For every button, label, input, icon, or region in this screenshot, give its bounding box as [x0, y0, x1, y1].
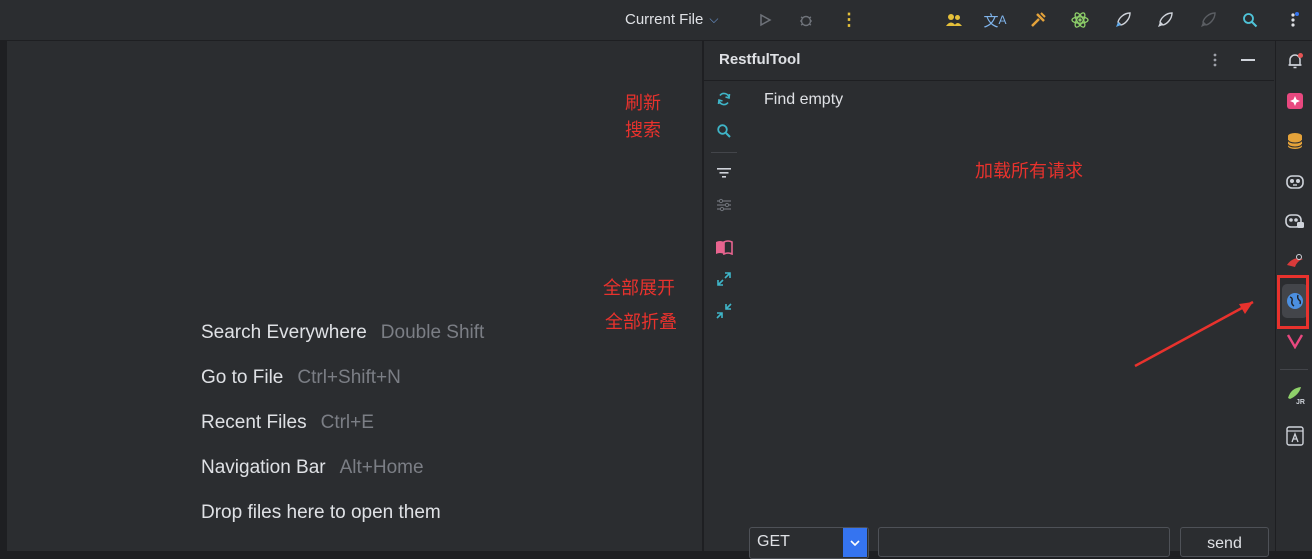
- annotation-load-all: 加载所有请求: [975, 161, 1083, 181]
- atom-icon[interactable]: [1069, 9, 1091, 31]
- more-vertical-icon[interactable]: ⋮: [838, 9, 860, 31]
- tree-empty-message: Find empty: [764, 91, 844, 108]
- hint-navigation-bar[interactable]: Navigation Bar Alt+Home: [201, 457, 424, 479]
- hint-label: Navigation Bar: [201, 457, 326, 478]
- method-select-value: GET: [757, 533, 790, 550]
- hint-search-everywhere[interactable]: Search Everywhere Double Shift: [201, 322, 484, 344]
- notifications-icon[interactable]: [1284, 50, 1306, 72]
- debug-icon[interactable]: [795, 9, 817, 31]
- rocket-disabled-icon[interactable]: [1197, 9, 1219, 31]
- run-config-selector[interactable]: Current File ⌵: [625, 11, 718, 28]
- hint-recent-files[interactable]: Recent Files Ctrl+E: [201, 412, 374, 434]
- database-icon[interactable]: [1284, 130, 1306, 152]
- filter-icon[interactable]: [714, 163, 734, 183]
- hint-label: Drop files here to open them: [201, 502, 441, 523]
- hint-label: Go to File: [201, 367, 284, 388]
- chevron-down-icon[interactable]: [843, 528, 867, 557]
- translate-icon[interactable]: 文A: [983, 9, 1006, 31]
- url-input[interactable]: [878, 527, 1170, 557]
- hint-shortcut: Double Shift: [380, 322, 485, 343]
- annotation-arrow: [1134, 300, 1254, 368]
- copilot-chat-icon[interactable]: [1284, 210, 1306, 232]
- refresh-icon[interactable]: [714, 89, 734, 109]
- hint-label: Recent Files: [201, 412, 307, 433]
- settings-sliders-icon[interactable]: [714, 195, 734, 215]
- copilot-icon[interactable]: [1284, 170, 1306, 192]
- tool-window-options-icon[interactable]: [1206, 50, 1224, 70]
- search-icon[interactable]: [1239, 9, 1261, 31]
- more-icon[interactable]: [1283, 9, 1305, 31]
- vue-icon[interactable]: [1284, 330, 1306, 352]
- sidebar-divider: [1280, 369, 1308, 370]
- svg-text:JR: JR: [1296, 399, 1305, 405]
- hint-shortcut: Ctrl+E: [320, 412, 374, 433]
- toolbar-divider: [711, 152, 737, 153]
- hint-drop-files: Drop files here to open them: [201, 502, 441, 524]
- hint-shortcut: Alt+Home: [339, 457, 424, 478]
- editor-gutter: [0, 41, 7, 551]
- search-icon[interactable]: [714, 121, 734, 141]
- translation-panel-icon[interactable]: [1284, 425, 1306, 447]
- book-icon[interactable]: [714, 237, 734, 257]
- jrebel-icon[interactable]: JR: [1284, 384, 1306, 406]
- annotation-refresh: 刷新: [625, 93, 661, 113]
- rocket-icon[interactable]: [1112, 9, 1134, 31]
- tool-window-title: RestfulTool: [719, 51, 801, 68]
- annotation-highlight-box: [1277, 275, 1309, 329]
- minimize-icon[interactable]: [1238, 50, 1258, 70]
- annotation-collapse-all: 全部折叠: [605, 312, 677, 332]
- hint-shortcut: Ctrl+Shift+N: [297, 367, 401, 388]
- hint-go-to-file[interactable]: Go to File Ctrl+Shift+N: [201, 367, 401, 389]
- run-config-label: Current File: [625, 11, 704, 28]
- maven-helper-icon[interactable]: [1284, 250, 1306, 272]
- run-icon[interactable]: [754, 9, 776, 31]
- expand-all-icon[interactable]: [714, 269, 734, 289]
- collapse-all-icon[interactable]: [714, 301, 734, 321]
- hint-label: Search Everywhere: [201, 322, 367, 343]
- rocket-2-icon[interactable]: [1154, 9, 1176, 31]
- annotation-search: 搜索: [625, 120, 661, 140]
- chevron-down-icon: ⌵: [709, 12, 719, 26]
- tool-window-header-divider: [703, 80, 1274, 81]
- users-icon[interactable]: [943, 9, 965, 31]
- annotation-expand-all: 全部展开: [603, 278, 675, 298]
- build-tools-icon[interactable]: [1027, 9, 1049, 31]
- send-button[interactable]: send: [1180, 527, 1269, 557]
- ai-assistant-icon[interactable]: [1284, 90, 1306, 112]
